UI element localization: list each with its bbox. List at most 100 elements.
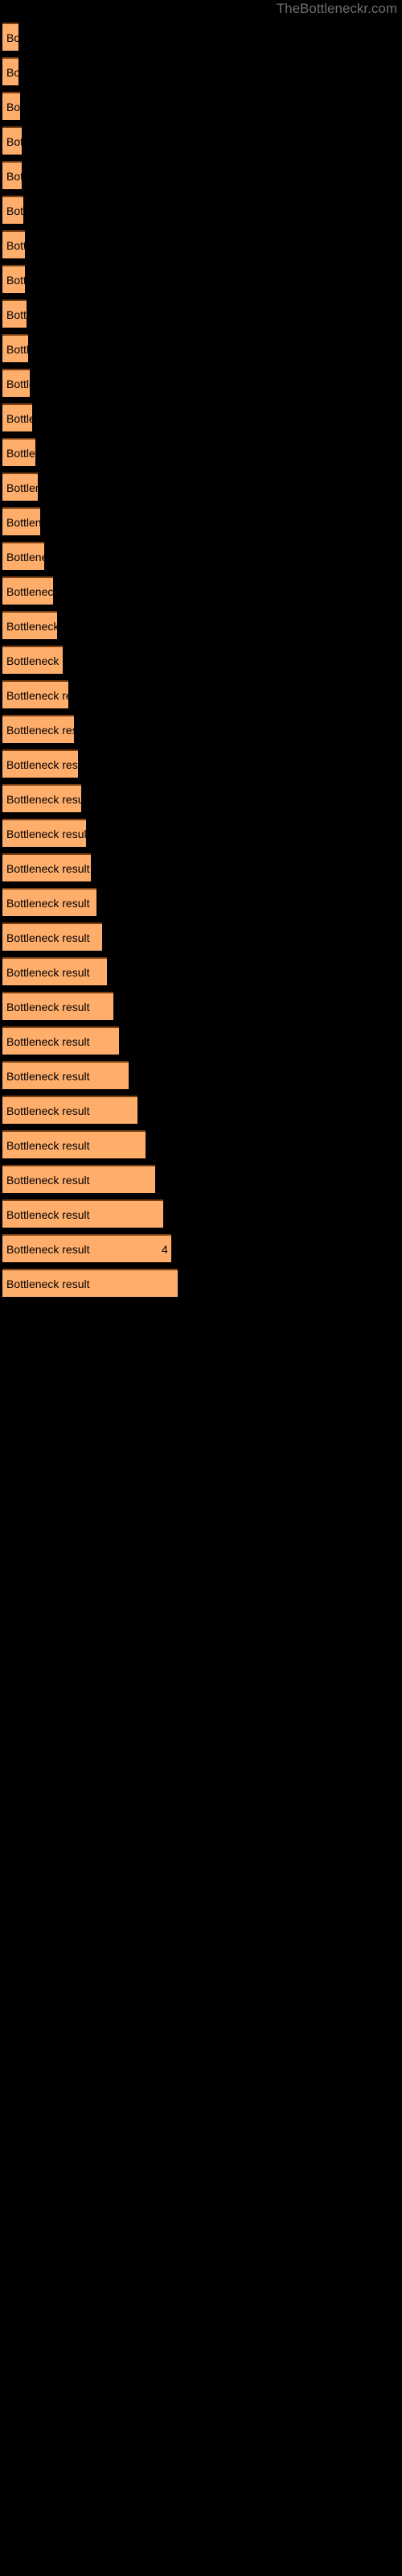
bar-row[interactable]: Bottleneck result	[2, 126, 22, 155]
bar[interactable]: Bottleneck result	[2, 334, 28, 362]
bar[interactable]: Bottleneck result	[2, 888, 96, 916]
bar[interactable]: Bottleneck result	[2, 57, 18, 85]
bar-row[interactable]: Bottleneck result	[2, 1269, 178, 1297]
bar-row[interactable]: Bottleneck result 4	[2, 1234, 171, 1262]
bar-label: Bottleneck result	[6, 31, 18, 44]
bar-label: Bottleneck result	[6, 723, 74, 737]
bar-row[interactable]: Bottleneck result	[2, 23, 18, 51]
bar-label: Bottleneck result	[6, 896, 90, 910]
bar-row[interactable]: Bottleneck result	[2, 576, 53, 605]
bar[interactable]: Bottleneck result	[2, 1130, 146, 1158]
bar-row[interactable]: Bottleneck result	[2, 161, 22, 189]
bar-label: Bottleneck result	[6, 688, 68, 702]
bar[interactable]: Bottleneck result	[2, 473, 38, 501]
bar[interactable]: Bottleneck result	[2, 1096, 137, 1124]
bar[interactable]: Bottleneck result	[2, 369, 30, 397]
bar[interactable]: Bottleneck result	[2, 196, 23, 224]
bar[interactable]: Bottleneck result	[2, 923, 102, 951]
bar-label: Bottleneck result	[6, 204, 23, 217]
bar[interactable]: Bottleneck result	[2, 438, 35, 466]
bar-label: Bottleneck result	[6, 619, 57, 633]
bar[interactable]: Bottleneck result	[2, 1165, 155, 1193]
bar[interactable]: Bottleneck result	[2, 507, 40, 535]
bar[interactable]: Bottleneck result	[2, 611, 57, 639]
bar[interactable]: Bottleneck result	[2, 1199, 163, 1228]
bar-row[interactable]: Bottleneck result	[2, 438, 35, 466]
bar-row[interactable]: Bottleneck result	[2, 749, 78, 778]
bar-label: Bottleneck result	[6, 342, 28, 356]
bar-label: Bottleneck result	[6, 1138, 90, 1152]
bar[interactable]: Bottleneck result	[2, 576, 53, 605]
bar-row[interactable]: Bottleneck result	[2, 265, 25, 293]
bar-row[interactable]: Bottleneck result	[2, 369, 30, 397]
bar-row[interactable]: Bottleneck result	[2, 507, 40, 535]
bar-row[interactable]: Bottleneck result	[2, 888, 96, 916]
bar-row[interactable]: Bottleneck result	[2, 1026, 119, 1055]
bar[interactable]: Bottleneck result	[2, 819, 86, 847]
bar[interactable]: Bottleneck result	[2, 403, 32, 431]
bar-label: Bottleneck result	[6, 515, 40, 529]
bar[interactable]: Bottleneck result	[2, 715, 74, 743]
bar-label: Bottleneck result	[6, 377, 30, 390]
bar-label: Bottleneck result	[6, 411, 32, 425]
bar-row[interactable]: Bottleneck result	[2, 784, 81, 812]
bar-row[interactable]: Bottleneck result	[2, 611, 57, 639]
bar-row[interactable]: Bottleneck result	[2, 957, 107, 985]
bar-label: Bottleneck result	[6, 481, 38, 494]
bar[interactable]: Bottleneck result	[2, 92, 20, 120]
bar[interactable]: Bottleneck result	[2, 784, 81, 812]
bar-row[interactable]: Bottleneck result	[2, 542, 44, 570]
bar[interactable]: Bottleneck result	[2, 680, 68, 708]
bar-label: Bottleneck result	[6, 273, 25, 287]
bar-row[interactable]: Bottleneck result	[2, 230, 25, 258]
bar-row[interactable]: Bottleneck result	[2, 299, 27, 328]
bar-row[interactable]: Bottleneck result	[2, 57, 18, 85]
bar-row[interactable]: Bottleneck result	[2, 819, 86, 847]
bar[interactable]: Bottleneck result	[2, 957, 107, 985]
bar[interactable]: Bottleneck result	[2, 1269, 178, 1297]
bar-label: Bottleneck result	[6, 100, 20, 114]
bar[interactable]: Bottleneck result	[2, 749, 78, 778]
bar-row[interactable]: Bottleneck result	[2, 646, 63, 674]
bar-row[interactable]: Bottleneck result	[2, 715, 74, 743]
bar-row[interactable]: Bottleneck result	[2, 196, 23, 224]
bar-row[interactable]: Bottleneck result	[2, 473, 38, 501]
bar-row[interactable]: Bottleneck result	[2, 1096, 137, 1124]
bar[interactable]: Bottleneck result	[2, 230, 25, 258]
bar[interactable]: Bottleneck result	[2, 992, 113, 1020]
bar-label: Bottleneck result	[6, 169, 22, 183]
bar[interactable]: Bottleneck result	[2, 265, 25, 293]
bar-row[interactable]: Bottleneck result	[2, 403, 32, 431]
bar[interactable]: Bottleneck result	[2, 126, 22, 155]
bar-row[interactable]: Bottleneck result	[2, 1165, 155, 1193]
bar-label: Bottleneck result	[6, 134, 22, 148]
bar[interactable]: Bottleneck result 4	[2, 1234, 171, 1262]
bar-row[interactable]: Bottleneck result	[2, 1130, 146, 1158]
bar[interactable]: Bottleneck result	[2, 161, 22, 189]
bar-label: Bottleneck result	[6, 1242, 90, 1256]
bar-label: Bottleneck result	[6, 654, 63, 667]
bar-label: Bottleneck result	[6, 965, 90, 979]
bar-row[interactable]: Bottleneck result	[2, 923, 102, 951]
horizontal-bar-chart: Bottleneck result Bottleneck result Bottle…	[0, 0, 402, 2576]
bar[interactable]: Bottleneck result	[2, 646, 63, 674]
bar-label: Bottleneck result	[6, 1277, 90, 1290]
bar-row[interactable]: Bottleneck result	[2, 853, 91, 881]
bar-row[interactable]: Bottleneck result	[2, 92, 20, 120]
bar-row[interactable]: Bottleneck result	[2, 680, 68, 708]
bar[interactable]: Bottleneck result	[2, 542, 44, 570]
bar[interactable]: Bottleneck result	[2, 1026, 119, 1055]
bar-value-label: 4	[162, 1242, 168, 1256]
bar[interactable]: Bottleneck result	[2, 853, 91, 881]
bar[interactable]: Bottleneck result	[2, 23, 18, 51]
bar-row[interactable]: Bottleneck result	[2, 992, 113, 1020]
bar[interactable]: Bottleneck result	[2, 1061, 129, 1089]
bar-row[interactable]: Bottleneck result	[2, 1199, 163, 1228]
bar[interactable]: Bottleneck result	[2, 299, 27, 328]
bar-row[interactable]: Bottleneck result	[2, 334, 28, 362]
bar-label: Bottleneck result	[6, 584, 53, 598]
bar-label: Bottleneck result	[6, 1173, 90, 1187]
bar-label: Bottleneck result	[6, 65, 18, 79]
bar-label: Bottleneck result	[6, 758, 78, 771]
bar-row[interactable]: Bottleneck result	[2, 1061, 129, 1089]
